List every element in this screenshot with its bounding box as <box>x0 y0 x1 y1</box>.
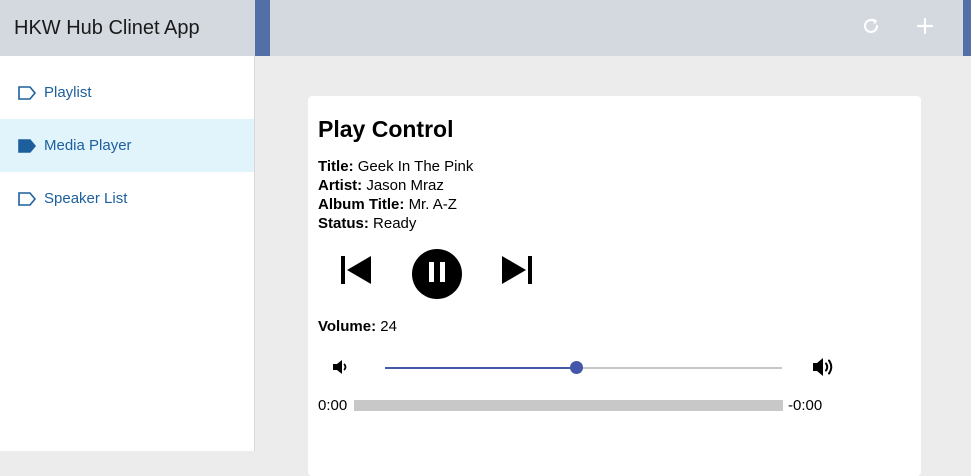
volume-label: Volume: <box>318 318 377 335</box>
volume-low-icon <box>331 357 351 382</box>
tag-icon <box>18 191 36 206</box>
album-row: Album Title: Mr. A-Z <box>318 195 473 214</box>
artist-label: Artist: <box>318 177 363 194</box>
volume-high-icon <box>811 355 837 384</box>
pause-icon <box>428 261 446 288</box>
tag-icon <box>18 138 36 153</box>
sidebar-item-speaker-list[interactable]: Speaker List <box>0 172 254 225</box>
volume-value: 24 <box>380 318 397 335</box>
sidebar-nav: Playlist Media Player Speaker List <box>0 56 254 225</box>
volume-row: Volume: 24 <box>318 318 397 335</box>
play-control-card: Play Control Title: Geek In The Pink Art… <box>308 96 921 476</box>
tag-icon <box>18 85 36 100</box>
plus-icon <box>916 17 934 40</box>
page-title: Play Control <box>318 116 454 142</box>
volume-up-button[interactable] <box>811 356 837 382</box>
volume-down-button[interactable] <box>330 358 352 380</box>
elapsed-time: 0:00 <box>318 397 348 414</box>
skip-next-icon <box>500 254 534 291</box>
app-title: HKW Hub Clinet App <box>0 0 254 56</box>
refresh-button[interactable] <box>855 12 887 44</box>
skip-previous-icon <box>339 254 373 291</box>
top-bar-accent-right <box>963 0 971 56</box>
sidebar-item-media-player[interactable]: Media Player <box>0 119 254 172</box>
add-button[interactable] <box>909 12 941 44</box>
status-row: Status: Ready <box>318 214 473 233</box>
top-bar-accent <box>255 0 270 56</box>
track-info: Title: Geek In The Pink Artist: Jason Mr… <box>318 157 473 233</box>
seek-bar[interactable] <box>354 400 783 411</box>
refresh-icon <box>861 16 881 41</box>
album-label: Album Title: <box>318 196 405 213</box>
title-label: Title: <box>318 158 354 175</box>
sidebar: HKW Hub Clinet App Playlist Media Player… <box>0 0 255 451</box>
title-row: Title: Geek In The Pink <box>318 157 473 176</box>
remaining-time: -0:00 <box>788 397 823 414</box>
sidebar-item-playlist[interactable]: Playlist <box>0 66 254 119</box>
track-title: Geek In The Pink <box>357 158 474 175</box>
volume-slider[interactable] <box>385 361 782 374</box>
previous-button[interactable] <box>338 254 374 290</box>
sidebar-item-label: Media Player <box>44 137 132 154</box>
status-label: Status: <box>318 215 369 232</box>
player-status: Ready <box>373 215 417 232</box>
track-album: Mr. A-Z <box>408 196 457 213</box>
pause-button[interactable] <box>412 249 462 299</box>
volume-slider-fill <box>385 367 576 369</box>
sidebar-item-label: Playlist <box>44 84 92 101</box>
artist-row: Artist: Jason Mraz <box>318 176 473 195</box>
track-artist: Jason Mraz <box>366 177 444 194</box>
next-button[interactable] <box>499 254 535 290</box>
volume-slider-thumb[interactable] <box>569 361 583 374</box>
sidebar-item-label: Speaker List <box>44 190 128 207</box>
